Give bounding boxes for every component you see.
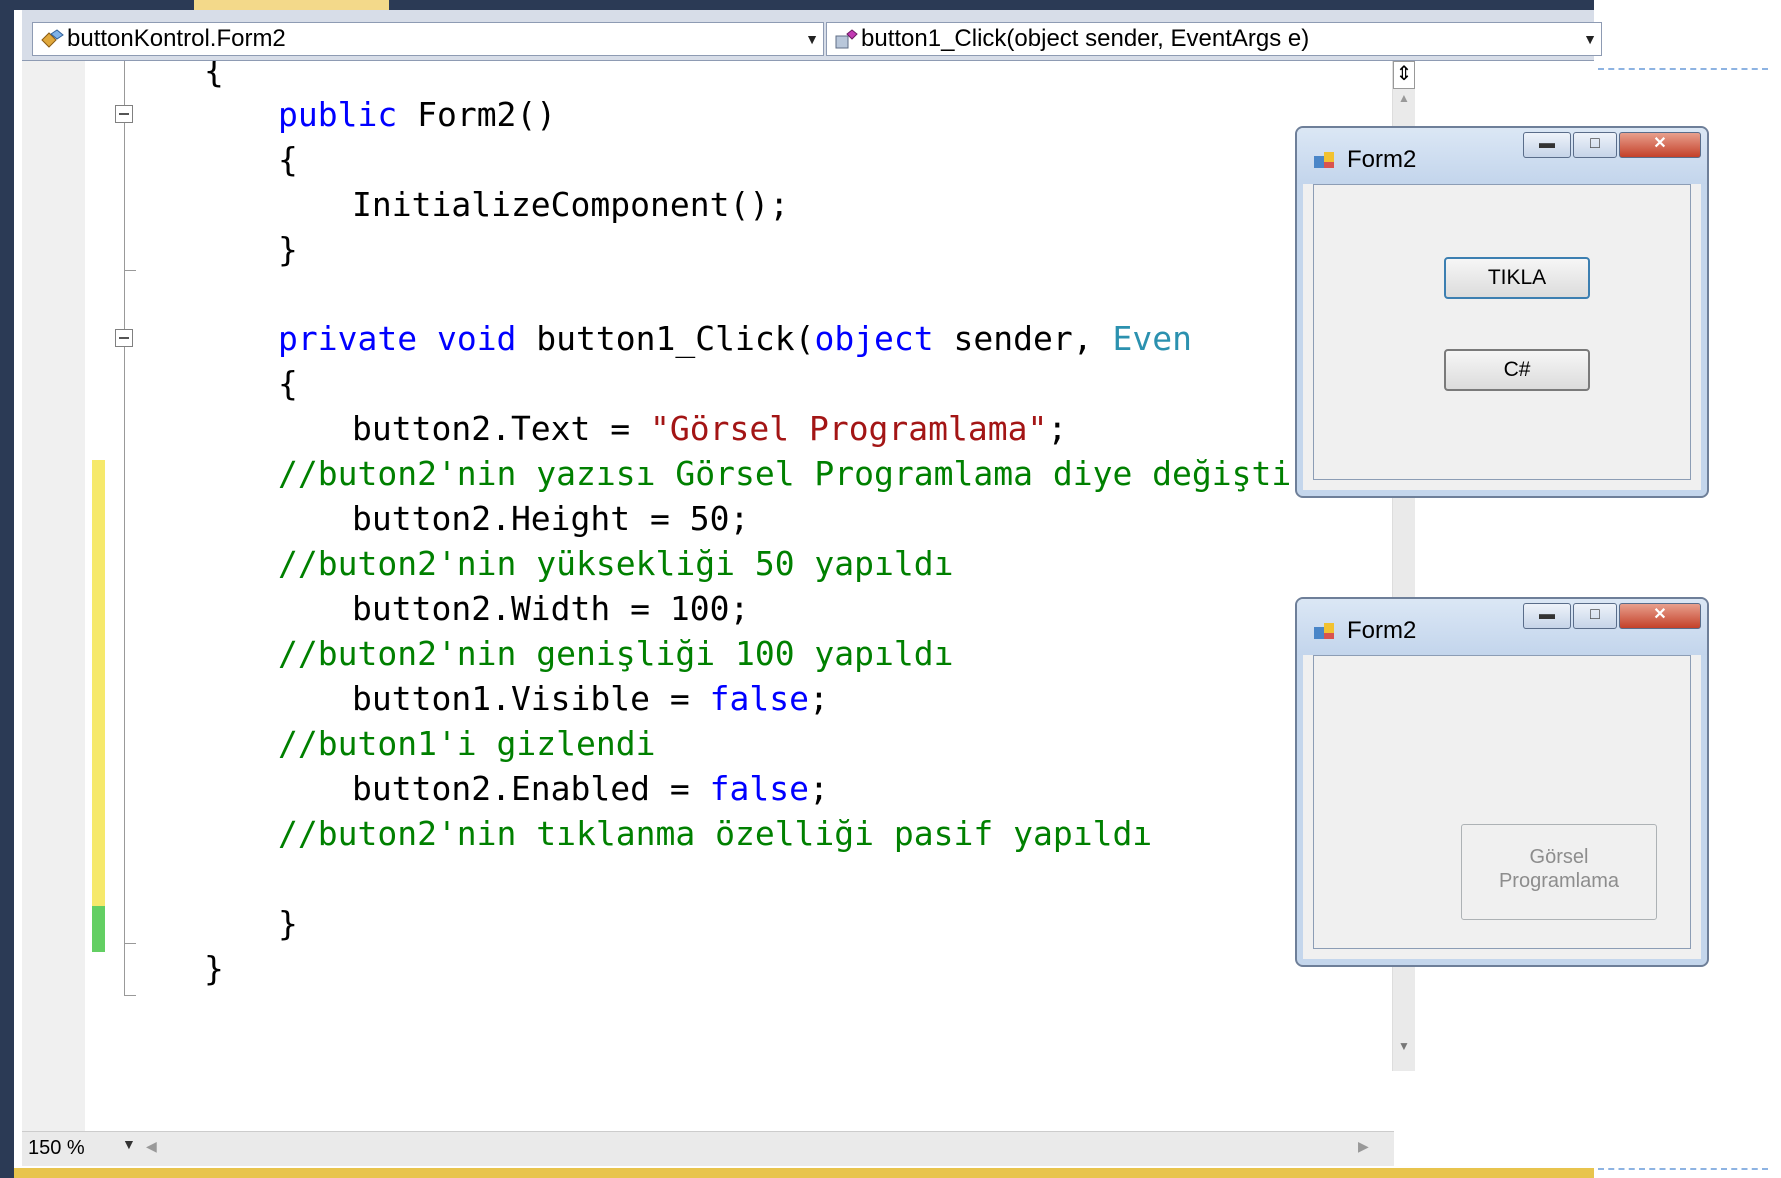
code-comment: //buton2'nin tıklanma özelliği pasif yap… bbox=[278, 814, 1153, 853]
code-line: { bbox=[204, 61, 224, 90]
slide-decoration bbox=[1598, 68, 1768, 70]
code-line: private void button1_Click(object sender… bbox=[278, 319, 1192, 358]
scroll-up-arrow[interactable]: ▲ bbox=[1393, 91, 1415, 111]
code-line: { bbox=[278, 364, 298, 403]
chevron-down-icon[interactable]: ▼ bbox=[1583, 23, 1597, 55]
scroll-down-arrow[interactable]: ▼ bbox=[1393, 1039, 1415, 1059]
minimize-button[interactable]: ▬ bbox=[1523, 603, 1571, 629]
close-button[interactable]: ✕ bbox=[1619, 603, 1701, 629]
code-comment: //buton2'nin genişliği 100 yapıldı bbox=[278, 634, 954, 673]
chevron-down-icon[interactable]: ▼ bbox=[122, 1136, 136, 1152]
maximize-button[interactable]: □ bbox=[1573, 603, 1617, 629]
code-line: button1.Visible = false; bbox=[352, 679, 829, 718]
method-icon bbox=[835, 29, 858, 49]
button-label-line: Programlama bbox=[1498, 870, 1620, 892]
gorsel-programlama-button-disabled: Görsel Programlama bbox=[1461, 824, 1657, 920]
code-line: public Form2() bbox=[278, 95, 557, 134]
class-dropdown[interactable]: buttonKontrol.Form2 ▼ bbox=[32, 22, 824, 56]
csharp-button[interactable]: C# bbox=[1444, 349, 1590, 391]
code-comment: //buton2'nin yazısı Görsel Programlama d… bbox=[278, 454, 1391, 493]
code-line: } bbox=[204, 949, 224, 988]
window-title: Form2 bbox=[1347, 146, 1417, 173]
code-line: InitializeComponent(); bbox=[352, 185, 790, 224]
slide-decoration bbox=[1598, 1168, 1768, 1170]
class-dropdown-value: buttonKontrol.Form2 bbox=[67, 25, 286, 52]
code-line: { bbox=[278, 140, 298, 179]
code-comment: //buton1'i gizlendi bbox=[278, 724, 656, 763]
form-app-icon bbox=[1314, 152, 1334, 168]
horizontal-scrollbar[interactable]: 150 % ▼ ◀ ▶ bbox=[22, 1131, 1394, 1166]
scroll-right-arrow[interactable]: ▶ bbox=[1358, 1138, 1369, 1155]
code-line: button2.Height = 50; bbox=[352, 499, 750, 538]
zoom-level[interactable]: 150 % bbox=[28, 1137, 85, 1160]
form2-window-before: Form2 ▬ □ ✕ TIKLA C# bbox=[1295, 126, 1709, 498]
chevron-down-icon[interactable]: ▼ bbox=[805, 23, 819, 55]
window-title: Form2 bbox=[1347, 617, 1417, 644]
form-client-area: Görsel Programlama bbox=[1313, 655, 1691, 949]
code-text-area[interactable]: { public Form2() { InitializeComponent()… bbox=[22, 61, 1392, 1131]
class-icon bbox=[41, 29, 64, 48]
ide-left-border bbox=[0, 0, 14, 1178]
scroll-left-arrow[interactable]: ◀ bbox=[146, 1138, 157, 1155]
window-titlebar[interactable]: Form2 ▬ □ ✕ bbox=[1297, 128, 1707, 184]
form-app-icon bbox=[1314, 623, 1334, 639]
form-client-area: TIKLA C# bbox=[1313, 184, 1691, 480]
minimize-button[interactable]: ▬ bbox=[1523, 132, 1571, 158]
tab-strip-accent bbox=[14, 0, 1594, 10]
tikla-button[interactable]: TIKLA bbox=[1444, 257, 1590, 299]
code-line: } bbox=[278, 230, 298, 269]
code-line: button2.Width = 100; bbox=[352, 589, 750, 628]
close-button[interactable]: ✕ bbox=[1619, 132, 1701, 158]
code-line: button2.Enabled = false; bbox=[352, 769, 829, 808]
form2-window-after: Form2 ▬ □ ✕ Görsel Programlama bbox=[1295, 597, 1709, 967]
navigation-bar: buttonKontrol.Form2 ▼ button1_Click(obje… bbox=[22, 10, 1602, 61]
button-label-line: Görsel bbox=[1529, 846, 1589, 868]
member-dropdown-value: button1_Click(object sender, EventArgs e… bbox=[861, 25, 1310, 52]
active-tab-highlight[interactable] bbox=[194, 0, 389, 10]
split-view-icon[interactable]: ⇕ bbox=[1393, 61, 1415, 89]
maximize-button[interactable]: □ bbox=[1573, 132, 1617, 158]
code-line: button2.Text = "Görsel Programlama"; bbox=[352, 409, 1068, 448]
member-dropdown[interactable]: button1_Click(object sender, EventArgs e… bbox=[826, 22, 1602, 56]
status-accent bbox=[14, 1168, 1594, 1178]
code-comment: //buton2'nin yüksekliği 50 yapıldı bbox=[278, 544, 954, 583]
window-titlebar[interactable]: Form2 ▬ □ ✕ bbox=[1297, 599, 1707, 655]
code-line: } bbox=[278, 904, 298, 943]
